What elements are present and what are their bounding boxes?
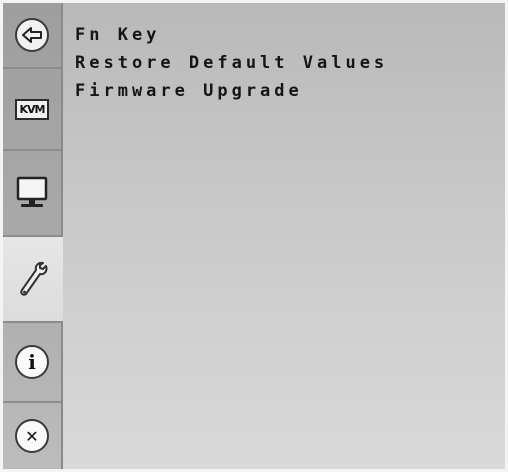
sidebar-item-back[interactable] [3,3,61,69]
monitor-icon [16,176,48,207]
kvm-icon: KVM [14,98,50,120]
sidebar-item-exit[interactable]: ✕ [3,403,61,469]
sidebar-item-tools[interactable] [3,237,63,323]
sidebar-item-display[interactable] [3,151,61,237]
wrench-icon [20,261,48,296]
close-icon: ✕ [15,419,49,453]
sidebar: KVM i ✕ [3,3,63,469]
info-icon: i [15,345,49,379]
back-arrow-icon [15,18,49,52]
sidebar-item-info[interactable]: i [3,323,61,403]
sidebar-item-kvm[interactable]: KVM [3,69,61,151]
menu-item-restore-defaults[interactable]: Restore Default Values [75,49,388,77]
osd-window: KVM i ✕ Fn Key Restore Default Values Fi… [3,3,505,469]
menu-item-firmware-upgrade[interactable]: Firmware Upgrade [75,77,388,105]
menu-item-fn-key[interactable]: Fn Key [75,21,388,49]
tools-menu: Fn Key Restore Default Values Firmware U… [75,21,388,105]
